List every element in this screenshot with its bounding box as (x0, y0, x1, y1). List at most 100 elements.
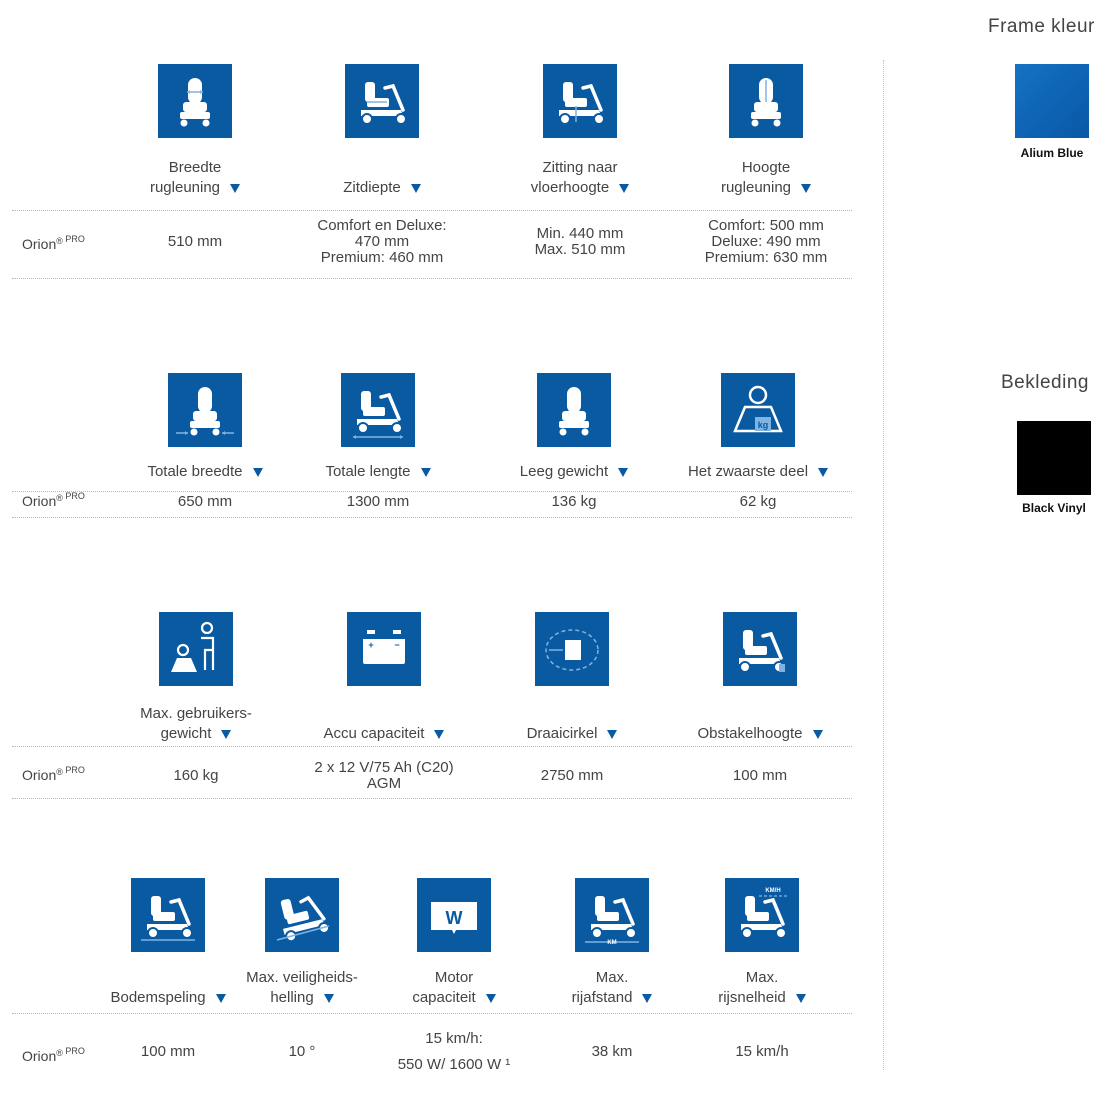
spec-label[interactable]: Hoogte rugleuning (656, 158, 876, 198)
spec-label[interactable]: Totale lengte (268, 462, 488, 482)
spec-label[interactable]: Draaicirkel (462, 724, 682, 744)
expand-arrow-icon[interactable] (812, 729, 823, 739)
safety-slope-icon (265, 878, 339, 952)
frame-color-swatch[interactable] (1015, 64, 1089, 138)
expand-arrow-icon[interactable] (607, 729, 618, 739)
registered-mark: ® (56, 1048, 63, 1058)
spec-label-text: rugleuning (720, 179, 792, 196)
row-label-model: Orion® PRO (22, 491, 85, 509)
row-label-model: Orion® PRO (22, 765, 85, 783)
registered-mark: ® (56, 767, 63, 777)
model-suffix: PRO (62, 491, 85, 501)
spec-value-line: 62 kg (739, 493, 777, 510)
total-length-icon (341, 373, 415, 447)
section-top-divider (12, 491, 852, 492)
spec-value: Comfort en Deluxe: 470 mm Premium: 460 mm (282, 218, 482, 266)
spec-label[interactable]: Max. gebruikers-gewicht (86, 704, 306, 744)
spec-label-text: rijafstand (571, 989, 633, 1006)
spec-value-line: Premium: 630 mm (704, 249, 828, 266)
spec-label-line: Totale lengte (268, 462, 488, 482)
spec-label-line: gewicht (86, 724, 306, 744)
spec-label-text: Totale lengte (325, 463, 411, 480)
spec-value-line: 136 kg (551, 493, 597, 510)
spec-label-text: Totale breedte (147, 463, 243, 480)
registered-mark: ® (56, 493, 63, 503)
heaviest-part-icon: kg (721, 373, 795, 447)
expand-arrow-icon[interactable] (323, 993, 334, 1003)
spec-label[interactable]: Max. rijsnelheid (652, 968, 872, 1008)
section-bottom-divider (12, 278, 852, 279)
spec-value: Comfort: 500 mm Deluxe: 490 mm Premium: 63… (666, 218, 866, 266)
expand-arrow-icon[interactable] (619, 183, 630, 193)
spec-label[interactable]: Obstakelhoogte (650, 724, 870, 744)
spec-value-line: 100 mm (732, 767, 788, 784)
spec-label-text: gewicht (160, 725, 212, 742)
spec-label-text: Max. (595, 969, 629, 986)
spec-label[interactable]: Accu capaciteit (274, 724, 494, 744)
spec-label-line: rugleuning (656, 178, 876, 198)
expand-arrow-icon[interactable] (818, 467, 829, 477)
spec-label-text: Max. (745, 969, 779, 986)
backrest-height-icon (729, 64, 803, 138)
expand-arrow-icon[interactable] (485, 993, 496, 1003)
expand-arrow-icon[interactable] (795, 993, 806, 1003)
spec-label-text: helling (270, 989, 314, 1006)
spec-label-text: Motor (434, 969, 474, 986)
expand-arrow-icon[interactable] (618, 467, 629, 477)
spec-label-line: Breedte (85, 158, 305, 178)
model-name: Orion (22, 236, 57, 252)
expand-arrow-icon[interactable] (420, 467, 431, 477)
spec-value-line: 160 kg (173, 767, 219, 784)
spec-label-line: Draaicirkel (462, 724, 682, 744)
section-bottom-divider (12, 798, 852, 799)
spec-label-text: capaciteit (412, 989, 476, 1006)
spec-label-line: Hoogte (656, 158, 876, 178)
upholstery-swatch[interactable] (1017, 421, 1091, 495)
spec-value-line: 470 mm (354, 233, 410, 250)
spec-value-line: 2 x 12 V/75 Ah (C20) (314, 759, 454, 776)
spec-label-text: Max. gebruikers- (140, 705, 252, 722)
turning-circle-icon (535, 612, 609, 686)
seat-depth-icon (345, 64, 419, 138)
spec-value: Min. 440 mm Max. 510 mm (480, 226, 680, 258)
spec-value: 160 kg (96, 768, 296, 784)
spec-value: 1300 mm (278, 494, 478, 510)
expand-arrow-icon[interactable] (434, 729, 445, 739)
spec-label-text: Draaicirkel (526, 725, 598, 742)
spec-label-text: vloerhoogte (530, 179, 610, 196)
spec-value-line: Comfort: 500 mm (708, 217, 824, 234)
spec-value: 100 mm (660, 768, 860, 784)
spec-label-line: Zitdiepte (272, 178, 492, 198)
battery-icon: + − (347, 612, 421, 686)
spec-value-line: Deluxe: 490 mm (711, 233, 821, 250)
expand-arrow-icon[interactable] (410, 183, 421, 193)
expand-arrow-icon[interactable] (801, 183, 812, 193)
obstacle-height-icon (723, 612, 797, 686)
ground-clearance-icon (131, 878, 205, 952)
spec-value-line: Premium: 460 mm (320, 249, 444, 266)
model-name: Orion (22, 1048, 57, 1064)
upholstery-title: Bekleding (1001, 372, 1089, 393)
spec-value: 510 mm (95, 234, 295, 250)
spec-label-text: rugleuning (149, 179, 221, 196)
spec-label-text: Breedte (168, 159, 222, 176)
expand-arrow-icon[interactable] (221, 729, 232, 739)
spec-label-line: rijsnelheid (652, 988, 872, 1008)
expand-arrow-icon[interactable] (252, 467, 263, 477)
max-range-icon: KM (575, 878, 649, 952)
expand-arrow-icon[interactable] (230, 183, 241, 193)
frame-color-title: Frame kleur (988, 16, 1095, 37)
model-suffix: PRO (62, 234, 85, 244)
spec-label-text: Leeg gewicht (519, 463, 609, 480)
spec-label[interactable]: Zitdiepte (272, 178, 492, 198)
spec-label[interactable]: Het zwaarste deel (648, 462, 868, 482)
motor-capacity-icon: W (417, 878, 491, 952)
row-label-model: Orion® PRO (22, 234, 85, 252)
spec-value-line: 510 mm (167, 233, 223, 250)
section-bottom-divider (12, 517, 852, 518)
spec-label-text: Obstakelhoogte (697, 725, 803, 742)
expand-arrow-icon[interactable] (642, 993, 653, 1003)
section-top-divider (12, 746, 852, 747)
spec-value: 62 kg (658, 494, 858, 510)
max-speed-icon: KM/H (725, 878, 799, 952)
